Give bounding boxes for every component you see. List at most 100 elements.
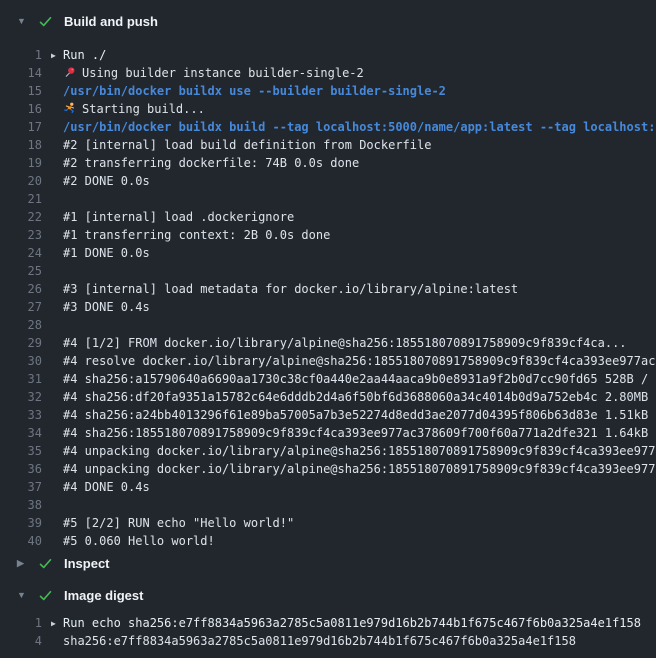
line-number[interactable]: 26 xyxy=(0,280,42,298)
log-section-inspect: ▶Inspect xyxy=(0,550,656,576)
log-text-content: #5 [2/2] RUN echo "Hello world!" xyxy=(63,516,294,530)
section-header-inspect[interactable]: ▶Inspect xyxy=(0,550,656,576)
check-icon xyxy=(38,588,64,603)
log-text: #4 [1/2] FROM docker.io/library/alpine@s… xyxy=(63,334,627,352)
log-line: 27 #3 DONE 0.4s xyxy=(0,298,656,316)
log-section-build-and-push: ▼Build and push1▶Run ./14Using builder i… xyxy=(0,8,656,550)
log-text: ▶Run ./ xyxy=(63,46,106,64)
line-number[interactable]: 1 xyxy=(0,46,42,64)
play-icon[interactable]: ▶ xyxy=(51,615,61,633)
log-text-content: Run ./ xyxy=(63,48,106,62)
line-number[interactable]: 40 xyxy=(0,532,42,550)
line-number[interactable]: 30 xyxy=(0,352,42,370)
log-line: 37#4 DONE 0.4s xyxy=(0,478,656,496)
log-line: 4sha256:e7ff8834a5963a2785c5a0811e979d16… xyxy=(0,632,656,650)
runner-icon xyxy=(63,102,76,115)
log-text-content: /usr/bin/docker buildx build --tag local… xyxy=(63,120,656,134)
log-text-content: #4 unpacking docker.io/library/alpine@sh… xyxy=(63,462,656,476)
line-number[interactable]: 23 xyxy=(0,226,42,244)
log-line: 32 #4 sha256:df20fa9351a15782c64e6dddb2d4… xyxy=(0,388,656,406)
log-text: Starting build... xyxy=(63,100,205,118)
log-text-content: #4 unpacking docker.io/library/alpine@sh… xyxy=(63,444,656,458)
line-number[interactable]: 21 xyxy=(0,190,42,208)
play-icon[interactable]: ▶ xyxy=(51,47,61,65)
log-text-content: #4 [1/2] FROM docker.io/library/alpine@s… xyxy=(63,336,627,350)
log-line: 28 xyxy=(0,316,656,334)
chevron-down-icon[interactable]: ▼ xyxy=(17,17,38,26)
log-lines-image-digest: 1▶Run echo sha256:e7ff8834a5963a2785c5a0… xyxy=(0,614,656,650)
section-header-image-digest[interactable]: ▼ Image digest xyxy=(0,582,656,608)
log-text: #4 sha256:185518070891758909c9f839cf4ca3… xyxy=(63,424,656,442)
line-number[interactable]: 28 xyxy=(0,316,42,334)
line-number[interactable]: 35 xyxy=(0,442,42,460)
log-line: 17/usr/bin/docker buildx build --tag loc… xyxy=(0,118,656,136)
section-title: Image digest xyxy=(64,588,143,603)
line-number[interactable]: 38 xyxy=(0,496,42,514)
line-number[interactable]: 32 xyxy=(0,388,42,406)
check-icon xyxy=(38,556,64,571)
line-number[interactable]: 16 xyxy=(0,100,42,118)
log-text: #5 [2/2] RUN echo "Hello world!" xyxy=(63,514,294,532)
log-line: 18 #2 [internal] load build definition fr… xyxy=(0,136,656,154)
log-text-content: #2 transferring dockerfile: 74B 0.0s don… xyxy=(63,156,359,170)
log-line: 23 #1 transferring context: 2B 0.0s done xyxy=(0,226,656,244)
log-text: #2 DONE 0.0s xyxy=(63,172,150,190)
log-text-content: Starting build... xyxy=(82,102,205,116)
chevron-down-icon[interactable]: ▼ xyxy=(17,591,38,600)
log-text: #1 DONE 0.0s xyxy=(63,244,150,262)
log-line: 34 #4 sha256:185518070891758909c9f839cf4c… xyxy=(0,424,656,442)
log-text-content: #4 sha256:a24bb4013296f61e89ba57005a7b3e… xyxy=(63,408,656,422)
log-text-content: #4 sha256:df20fa9351a15782c64e6dddb2d4a6… xyxy=(63,390,656,404)
line-number[interactable]: 24 xyxy=(0,244,42,262)
line-number[interactable]: 4 xyxy=(0,632,42,650)
log-text: #1 transferring context: 2B 0.0s done xyxy=(63,226,330,244)
log-text-content: #1 [internal] load .dockerignore xyxy=(63,210,294,224)
section-title: Build and push xyxy=(64,14,158,29)
line-number[interactable]: 1 xyxy=(0,614,42,632)
log-line: 29 #4 [1/2] FROM docker.io/library/alpine… xyxy=(0,334,656,352)
log-line: 21 xyxy=(0,190,656,208)
log-line: 39 #5 [2/2] RUN echo "Hello world!" xyxy=(0,514,656,532)
log-line: 33 #4 sha256:a24bb4013296f61e89ba57005a7b… xyxy=(0,406,656,424)
log-text-content: #1 transferring context: 2B 0.0s done xyxy=(63,228,330,242)
log-text-content: #3 [internal] load metadata for docker.i… xyxy=(63,282,518,296)
line-number[interactable]: 39 xyxy=(0,514,42,532)
log-text-content: #5 0.060 Hello world! xyxy=(63,534,215,548)
log-text-content: #2 DONE 0.0s xyxy=(63,174,150,188)
section-header-build-and-push[interactable]: ▼ Build and push xyxy=(0,8,656,34)
log-line: 31#4 sha256:a15790640a6690aa1730c38cf0a4… xyxy=(0,370,656,388)
log-line: 19 #2 transferring dockerfile: 74B 0.0s d… xyxy=(0,154,656,172)
log-line: 20 #2 DONE 0.0s xyxy=(0,172,656,190)
line-number[interactable]: 27 xyxy=(0,298,42,316)
log-line: 1▶Run echo sha256:e7ff8834a5963a2785c5a0… xyxy=(0,614,656,632)
log-text: #4 sha256:df20fa9351a15782c64e6dddb2d4a6… xyxy=(63,388,656,406)
line-number[interactable]: 17 xyxy=(0,118,42,136)
log-text: #4 sha256:a24bb4013296f61e89ba57005a7b3e… xyxy=(63,406,656,424)
line-number[interactable]: 25 xyxy=(0,262,42,280)
chevron-right-icon[interactable]: ▶ xyxy=(17,559,38,568)
log-line: 35 #4 unpacking docker.io/library/alpine@… xyxy=(0,442,656,460)
line-number[interactable]: 15 xyxy=(0,82,42,100)
log-line: 15/usr/bin/docker buildx use --builder b… xyxy=(0,82,656,100)
line-number[interactable]: 33 xyxy=(0,406,42,424)
line-number[interactable]: 19 xyxy=(0,154,42,172)
log-text-content: /usr/bin/docker buildx use --builder bui… xyxy=(63,84,446,98)
log-line: 14Using builder instance builder-single-… xyxy=(0,64,656,82)
line-number[interactable]: 22 xyxy=(0,208,42,226)
check-icon xyxy=(38,14,64,29)
log-text-content: #4 sha256:185518070891758909c9f839cf4ca3… xyxy=(63,426,656,440)
line-number[interactable]: 31 xyxy=(0,370,42,388)
line-number[interactable]: 29 xyxy=(0,334,42,352)
log-line: 25 xyxy=(0,262,656,280)
log-text-content: #3 DONE 0.4s xyxy=(63,300,150,314)
log-text: #2 [internal] load build definition from… xyxy=(63,136,431,154)
log-text: #4 unpacking docker.io/library/alpine@sh… xyxy=(63,442,656,460)
log-line: 40 #5 0.060 Hello world! xyxy=(0,532,656,550)
line-number[interactable]: 18 xyxy=(0,136,42,154)
line-number[interactable]: 34 xyxy=(0,424,42,442)
line-number[interactable]: 14 xyxy=(0,64,42,82)
line-number[interactable]: 36 xyxy=(0,460,42,478)
log-line: 36 #4 unpacking docker.io/library/alpine@… xyxy=(0,460,656,478)
line-number[interactable]: 20 xyxy=(0,172,42,190)
line-number[interactable]: 37 xyxy=(0,478,42,496)
